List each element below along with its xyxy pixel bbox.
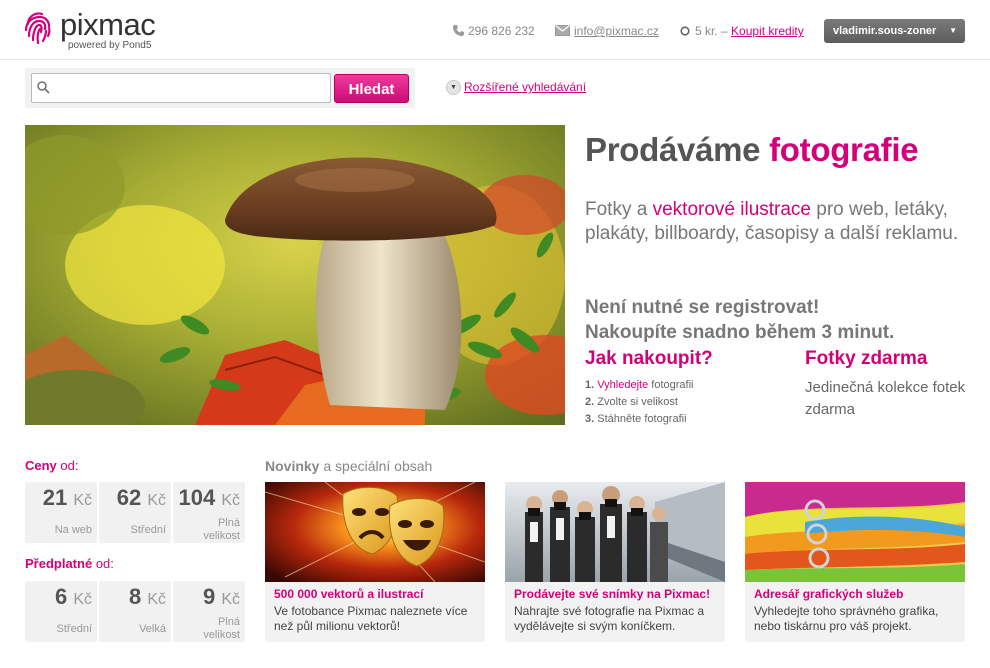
card-title[interactable]: Adresář grafických služeb (754, 587, 903, 601)
price-web[interactable]: 21 Kč Na web (25, 482, 97, 543)
how-to-buy-title[interactable]: Jak nakoupit? (585, 348, 713, 370)
subscription-price-medium[interactable]: 6 Kč Střední (25, 581, 97, 642)
hero-title: Prodáváme fotografie (585, 131, 919, 169)
credits-balance: 5 kr. – (695, 24, 728, 38)
search-step-link[interactable]: Vyhledejte (597, 379, 648, 391)
search-icon (37, 81, 50, 94)
hero-desc-part1: Fotky a (585, 199, 648, 220)
news-card-sell-photos[interactable]: Prodávejte své snímky na Pixmac! Nahrajt… (505, 482, 725, 642)
hero-mushroom-image (25, 125, 565, 425)
news-heading: Novinky a speciální obsah (265, 458, 433, 474)
card-title[interactable]: Prodávejte své snímky na Pixmac! (514, 587, 710, 601)
step-3: 3. Stáhněte fotografii (585, 413, 687, 425)
prices-row: 21 Kč Na web 62 Kč Střední 104 Kč Plná v… (25, 482, 245, 543)
user-name: vladimir.sous-zoner (833, 25, 937, 37)
subscription-prices-row: 6 Kč Střední 8 Kč Velká 9 Kč Plná veliko… (25, 581, 245, 642)
free-photos-description: Jedinečná kolekce fotek zdarma (805, 379, 966, 418)
free-photos-title[interactable]: Fotky zdarma (805, 348, 927, 370)
step-2: 2. Zvolte si velikost (585, 396, 678, 408)
quick-purchase-text: Nakoupíte snadno během 3 minut. (585, 322, 895, 343)
hero-title-part1: Prodáváme (585, 131, 761, 168)
subscription-price-large[interactable]: 8 Kč Velká (99, 581, 171, 642)
theater-masks-image (265, 482, 485, 582)
site-header: pixmac powered by Pond5 296 826 232 info… (0, 0, 990, 60)
photographers-image (505, 482, 725, 582)
no-registration-text: Není nutné se registrovat! (585, 297, 820, 318)
envelope-icon (555, 25, 570, 36)
step-1: 1. Vyhledejte fotografii (585, 379, 694, 391)
price-medium[interactable]: 62 Kč Střední (99, 482, 171, 543)
search-input[interactable] (31, 73, 331, 103)
search-bar: Hledat (25, 68, 415, 108)
email-link[interactable]: info@pixmac.cz (574, 24, 659, 38)
email-contact: info@pixmac.cz (555, 24, 659, 38)
price-full-size[interactable]: 104 Kč Plná velikost (173, 482, 245, 543)
expand-arrow-icon[interactable]: ▼ (446, 80, 461, 96)
dropdown-arrow-icon: ▼ (949, 26, 957, 35)
vector-illustrations-link[interactable]: vektorové ilustrace (653, 199, 811, 220)
card-description: Ve fotobance Pixmac naleznete více než p… (274, 604, 468, 633)
advanced-search[interactable]: ▼ Rozšířené vyhledávání (446, 80, 586, 96)
buy-credits-link[interactable]: Koupit kredity (731, 24, 804, 38)
phone-icon (453, 25, 464, 36)
how-to-buy-steps: 1. Vyhledejte fotografii 2. Zvolte si ve… (585, 377, 693, 428)
fingerprint-logo-icon (24, 12, 51, 45)
phone-contact: 296 826 232 (452, 24, 535, 38)
credits-info: 5 kr. – Koupit kredity (680, 24, 804, 38)
card-description: Nahrajte své fotografie na Pixmac a vydě… (514, 604, 705, 633)
phone-number: 296 826 232 (468, 24, 535, 38)
subscription-price-full[interactable]: 9 Kč Plná velikost (173, 581, 245, 642)
credit-coin-icon (680, 26, 690, 36)
prices-heading: Ceny od: (25, 458, 79, 473)
card-title[interactable]: 500 000 vektorů a ilustrací (274, 587, 423, 601)
hero-title-highlight: fotografie (769, 131, 919, 168)
subscription-heading: Předplatné od: (25, 556, 114, 571)
card-description: Vyhledejte toho správného grafika, nebo … (754, 604, 939, 633)
logo-wordmark: pixmac (60, 7, 156, 42)
powered-by-text: powered by Pond5 (68, 40, 152, 51)
news-card-graphic-services[interactable]: Adresář grafických služeb Vyhledejte toh… (745, 482, 965, 642)
hero-note: Není nutné se registrovat! Nakoupíte sna… (585, 295, 985, 345)
advanced-search-link[interactable]: Rozšířené vyhledávání (464, 80, 586, 94)
news-card-vectors[interactable]: 500 000 vektorů a ilustrací Ve fotobance… (265, 482, 485, 642)
search-button[interactable]: Hledat (334, 74, 409, 103)
colorful-binders-image (745, 482, 965, 582)
user-menu-button[interactable]: vladimir.sous-zoner ▼ (824, 19, 965, 43)
hero-description: Fotky a vektorové ilustrace pro web, let… (585, 198, 980, 246)
